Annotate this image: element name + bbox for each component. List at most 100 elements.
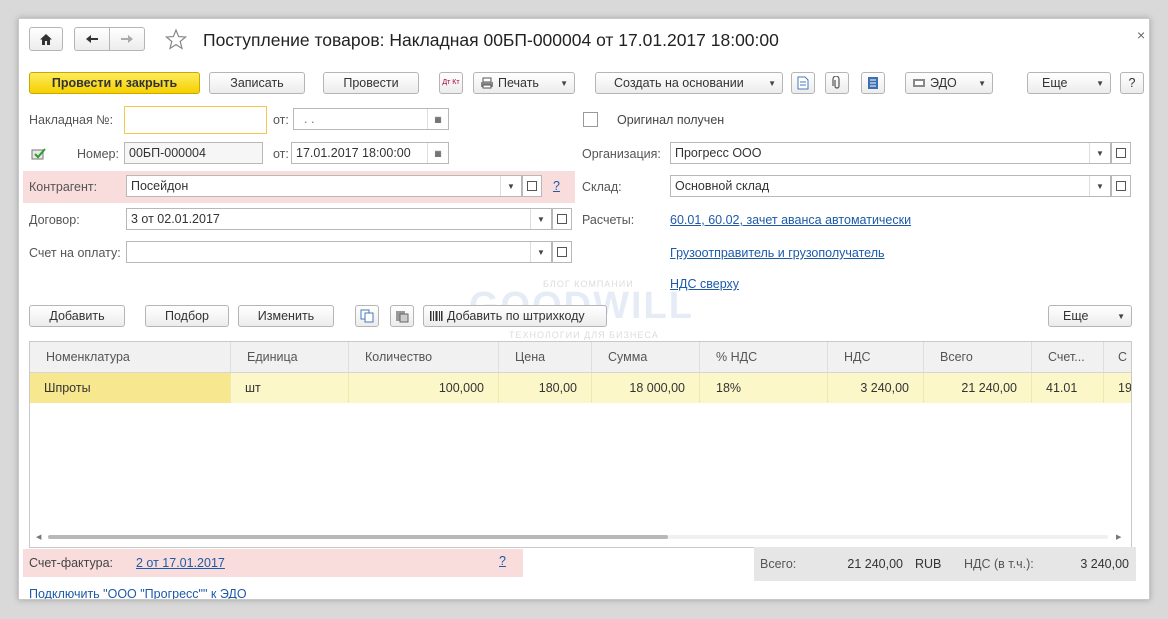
- organization-open-button[interactable]: [1111, 142, 1131, 164]
- warehouse-input[interactable]: Основной склад ▼: [670, 175, 1111, 197]
- open-icon: [1116, 181, 1126, 191]
- chevron-down-icon[interactable]: ▼: [1089, 143, 1110, 163]
- column-header[interactable]: Счет...: [1032, 342, 1104, 372]
- warehouse-open-button[interactable]: [1111, 175, 1131, 197]
- payment-invoice-open-button[interactable]: [552, 241, 572, 263]
- barcode-icon: [430, 311, 443, 321]
- table-cell[interactable]: 41.01: [1032, 373, 1104, 403]
- date-input[interactable]: 17.01.2017 18:00:00 ▦: [291, 142, 449, 164]
- scroll-left-icon[interactable]: ◀: [36, 533, 41, 541]
- add-by-barcode-button[interactable]: Добавить по штрихкоду: [423, 305, 607, 327]
- chevron-down-icon: ▼: [560, 78, 568, 88]
- add-row-button[interactable]: Добавить: [29, 305, 125, 327]
- number-field: 00БП-000004: [124, 142, 263, 164]
- column-header[interactable]: Номенклатура: [30, 342, 231, 372]
- open-icon: [557, 214, 567, 224]
- total-label: Всего:: [760, 557, 797, 571]
- organization-label: Организация:: [582, 147, 661, 161]
- table-cell[interactable]: 3 240,00: [828, 373, 924, 403]
- column-header[interactable]: С: [1104, 342, 1131, 372]
- printer-icon: [481, 77, 493, 89]
- shipper-consignee-link[interactable]: Грузоотправитель и грузополучатель: [670, 246, 885, 260]
- help-button[interactable]: ?: [1120, 72, 1144, 94]
- forward-button[interactable]: [109, 27, 145, 51]
- chevron-down-icon: ▼: [978, 78, 986, 88]
- scrollbar-thumb[interactable]: [48, 535, 668, 539]
- table-cell[interactable]: 100,000: [349, 373, 499, 403]
- attachment-button[interactable]: [825, 72, 849, 94]
- table-cell[interactable]: 18 000,00: [592, 373, 700, 403]
- table-cell[interactable]: Шпроты: [30, 373, 231, 403]
- invoice-no-input[interactable]: [124, 106, 267, 134]
- post-button[interactable]: Провести: [323, 72, 419, 94]
- dt-kt-icon: Дт Кт: [442, 79, 460, 86]
- open-icon: [557, 247, 567, 257]
- column-header[interactable]: Сумма: [592, 342, 700, 372]
- chevron-down-icon[interactable]: ▼: [500, 176, 521, 196]
- copy-icon: [360, 309, 374, 323]
- scroll-right-icon[interactable]: ▶: [1116, 533, 1121, 541]
- copy-row-button[interactable]: [355, 305, 379, 327]
- column-header[interactable]: Всего: [924, 342, 1032, 372]
- table-cell[interactable]: 180,00: [499, 373, 592, 403]
- paste-button[interactable]: [390, 305, 414, 327]
- contractor-help-link[interactable]: ?: [553, 179, 560, 193]
- calendar-icon[interactable]: ▦: [427, 109, 448, 129]
- vat-total-value: 3 240,00: [1080, 557, 1129, 571]
- report-icon: [868, 77, 878, 89]
- paste-icon: [396, 311, 409, 323]
- contract-input[interactable]: 3 от 02.01.2017 ▼: [126, 208, 552, 230]
- table-cell[interactable]: 18%: [700, 373, 828, 403]
- create-based-on-button[interactable]: Создать на основании ▼: [595, 72, 783, 94]
- contract-open-button[interactable]: [552, 208, 572, 230]
- original-received-checkbox[interactable]: [583, 112, 598, 127]
- back-button[interactable]: [74, 27, 110, 51]
- home-button[interactable]: [29, 27, 63, 51]
- organization-input[interactable]: Прогресс ООО ▼: [670, 142, 1111, 164]
- page-title: Поступление товаров: Накладная 00БП-0000…: [203, 30, 779, 50]
- report-button[interactable]: [861, 72, 885, 94]
- connect-edo-link[interactable]: Подключить "ООО "Прогресс"" к ЭДО: [29, 587, 247, 599]
- chevron-down-icon[interactable]: ▼: [530, 242, 551, 262]
- favorite-star-icon[interactable]: [164, 28, 188, 53]
- table-cell[interactable]: шт: [231, 373, 349, 403]
- column-header[interactable]: НДС: [828, 342, 924, 372]
- more-button[interactable]: Еще ▼: [1027, 72, 1111, 94]
- contractor-open-button[interactable]: [522, 175, 542, 197]
- table-row[interactable]: Шпроты шт 100,000 180,00 18 000,00 18% 3…: [30, 373, 1131, 403]
- table-header: Номенклатура Единица Количество Цена Сум…: [30, 342, 1131, 373]
- table-more-button[interactable]: Еще ▼: [1048, 305, 1132, 327]
- print-button[interactable]: Печать ▼: [473, 72, 575, 94]
- column-header[interactable]: Количество: [349, 342, 499, 372]
- column-header[interactable]: Единица: [231, 342, 349, 372]
- pick-button[interactable]: Подбор: [145, 305, 229, 327]
- original-received-label: Оригинал получен: [617, 113, 725, 127]
- invoice-link[interactable]: 2 от 17.01.2017: [136, 556, 225, 570]
- table-cell[interactable]: 19: [1104, 373, 1131, 403]
- column-header[interactable]: Цена: [499, 342, 592, 372]
- post-and-close-button[interactable]: Провести и закрыть: [29, 72, 200, 94]
- edo-button[interactable]: ЭДО ▼: [905, 72, 993, 94]
- save-button[interactable]: Записать: [209, 72, 305, 94]
- invoice-help-link[interactable]: ?: [499, 554, 506, 568]
- table-cell[interactable]: 21 240,00: [924, 373, 1032, 403]
- dt-kt-button[interactable]: Дт Кт: [439, 72, 463, 94]
- contractor-input[interactable]: Посейдон ▼: [126, 175, 522, 197]
- open-icon: [527, 181, 537, 191]
- calendar-icon[interactable]: ▦: [427, 143, 448, 163]
- document-button[interactable]: [791, 72, 815, 94]
- chevron-down-icon[interactable]: ▼: [1089, 176, 1110, 196]
- invoice-date-input[interactable]: . . ▦: [293, 108, 449, 130]
- watermark-bottom-text: ТЕХНОЛОГИИ ДЛЯ БИЗНЕСА: [509, 330, 659, 340]
- horizontal-scrollbar[interactable]: ◀ ▶: [36, 532, 1126, 542]
- arrow-left-icon: [86, 35, 98, 43]
- chevron-down-icon[interactable]: ▼: [530, 209, 551, 229]
- invoice-no-label: Накладная №:: [29, 113, 114, 127]
- payment-invoice-input[interactable]: ▼: [126, 241, 552, 263]
- column-header[interactable]: % НДС: [700, 342, 828, 372]
- settlements-link[interactable]: 60.01, 60.02, зачет аванса автоматически: [670, 213, 911, 227]
- contract-label: Договор:: [29, 213, 80, 227]
- change-button[interactable]: Изменить: [238, 305, 334, 327]
- posted-status-icon: [31, 147, 47, 164]
- close-icon[interactable]: ×: [1137, 27, 1145, 43]
